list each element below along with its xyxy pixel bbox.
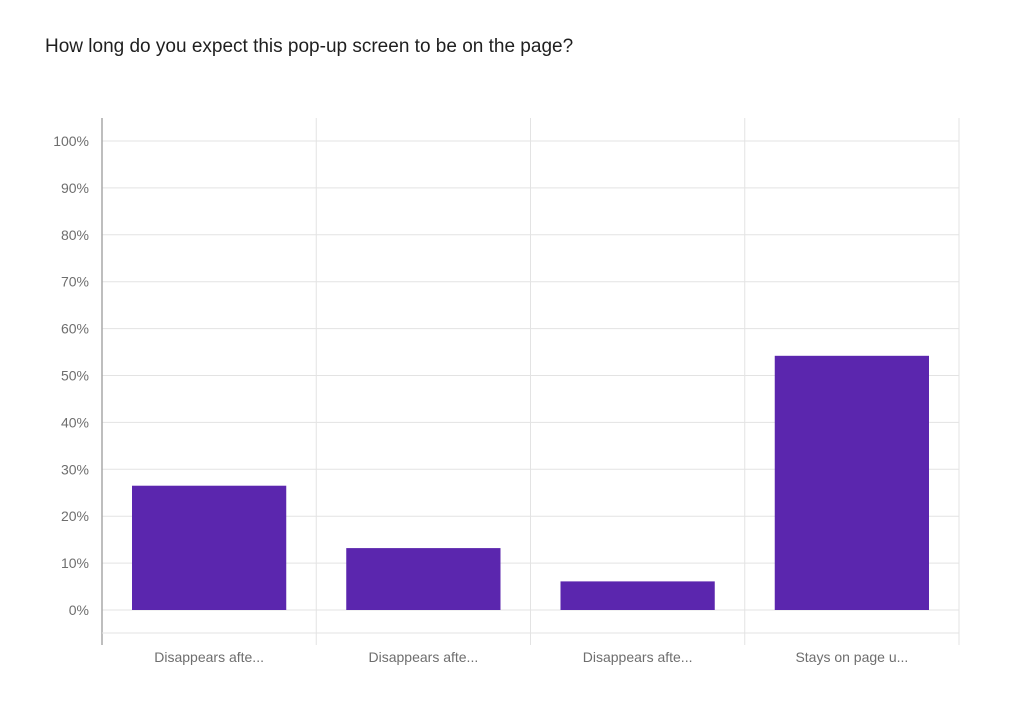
x-tick-label: Disappears afte...	[369, 649, 479, 665]
y-tick-label: 80%	[61, 227, 89, 243]
x-tick-label: Disappears afte...	[583, 649, 693, 665]
y-tick-label: 100%	[53, 133, 89, 149]
x-tick-label: Stays on page u...	[795, 649, 908, 665]
bar[interactable]	[346, 548, 501, 610]
x-tick-label: Disappears afte...	[154, 649, 264, 665]
y-tick-label: 60%	[61, 321, 89, 337]
bar[interactable]	[774, 355, 929, 610]
bar[interactable]	[132, 485, 287, 610]
y-tick-label: 0%	[69, 602, 89, 618]
y-tick-label: 90%	[61, 180, 89, 196]
y-tick-label: 70%	[61, 274, 89, 290]
bar[interactable]	[560, 581, 715, 610]
y-tick-label: 10%	[61, 555, 89, 571]
y-tick-label: 20%	[61, 508, 89, 524]
y-axis-ticks: 0% 10% 20% 30% 40% 50% 60% 70% 80% 90% 100%	[53, 133, 89, 618]
y-tick-label: 30%	[61, 461, 89, 477]
bar-chart: 0% 10% 20% 30% 40% 50% 60% 70% 80% 90% 100% Disapp…	[53, 118, 960, 665]
x-axis-ticks: Disappears afte... Disappears afte... Disa…	[154, 649, 908, 665]
y-tick-label: 50%	[61, 368, 89, 384]
y-tick-label: 40%	[61, 414, 89, 430]
